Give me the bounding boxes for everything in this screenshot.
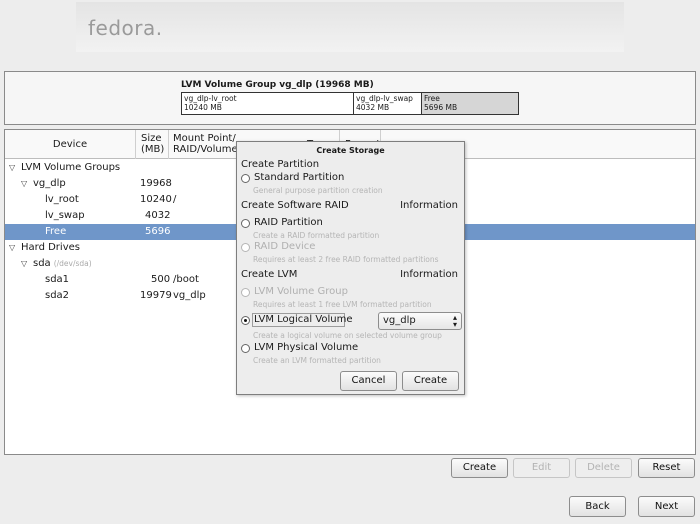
label-standard-partition[interactable]: Standard Partition [254, 172, 344, 183]
volume-group-panel: LVM Volume Group vg_dlp (19968 MB) vg_dl… [4, 71, 696, 125]
up-down-arrows-icon: ▴ ▾ [452, 313, 457, 329]
radio-standard-partition[interactable] [241, 174, 250, 183]
section-create-lvm: Create LVM [241, 269, 298, 280]
hint-lvm-physical-volume: Create an LVM formatted partition [253, 356, 381, 365]
label-raid-device: RAID Device [254, 241, 316, 252]
expander-down-icon[interactable]: ▽ [9, 160, 15, 176]
lvm-information-label: Information [400, 269, 458, 280]
header-mount-point[interactable]: Mount Point/ RAID/Volume [170, 130, 238, 159]
label-raid-partition[interactable]: RAID Partition [254, 217, 323, 228]
reset-button[interactable]: Reset [638, 458, 695, 478]
raid-information-label: Information [400, 200, 458, 211]
hint-lvm-volume-group: Requires at least 1 free LVM formatted p… [253, 300, 432, 309]
back-button[interactable]: Back [569, 496, 626, 517]
edit-button[interactable]: Edit [513, 458, 570, 478]
volume-group-bar: vg_dlp-lv_root 10240 MB vg_dlp-lv_swap 4… [181, 92, 519, 115]
hint-lvm-logical-volume: Create a logical volume on selected volu… [253, 331, 442, 340]
label-lvm-volume-group: LVM Volume Group [254, 286, 348, 297]
expander-down-icon[interactable]: ▽ [21, 256, 27, 272]
hint-raid-partition: Create a RAID formatted partition [253, 231, 380, 240]
dialog-create-button[interactable]: Create [402, 371, 459, 391]
volume-group-title: LVM Volume Group vg_dlp (19968 MB) [181, 80, 374, 90]
expander-down-icon[interactable]: ▽ [9, 240, 15, 256]
radio-lvm-logical-volume[interactable] [241, 316, 250, 325]
section-create-software-raid: Create Software RAID [241, 200, 349, 211]
segment-free[interactable]: Free 5696 MB [422, 93, 518, 114]
label-lvm-logical-volume[interactable]: LVM Logical Volume [254, 314, 353, 325]
volume-group-select[interactable]: vg_dlp ▴ ▾ [378, 312, 462, 330]
label-lvm-physical-volume[interactable]: LVM Physical Volume [254, 342, 358, 353]
installer-banner: fedora. [76, 2, 624, 52]
radio-lvm-physical-volume[interactable] [241, 344, 250, 353]
hint-standard-partition: General purpose partition creation [253, 186, 383, 195]
radio-raid-partition[interactable] [241, 219, 250, 228]
dialog-cancel-button[interactable]: Cancel [340, 371, 397, 391]
expander-down-icon[interactable]: ▽ [21, 176, 27, 192]
dialog-title: Create Storage [316, 146, 385, 155]
hint-raid-device: Requires at least 2 free RAID formatted … [253, 255, 439, 264]
section-create-partition: Create Partition [241, 159, 320, 170]
fedora-logo: fedora. [88, 16, 163, 40]
next-button[interactable]: Next [638, 496, 695, 517]
radio-lvm-volume-group [241, 288, 250, 297]
header-device[interactable]: Device [5, 130, 136, 159]
delete-button[interactable]: Delete [575, 458, 632, 478]
create-storage-dialog: Create Storage Create Partition Standard… [236, 141, 465, 395]
segment-lv-swap[interactable]: vg_dlp-lv_swap 4032 MB [354, 93, 422, 114]
radio-raid-device [241, 243, 250, 252]
header-size[interactable]: Size (MB) [137, 130, 169, 159]
segment-lv-root[interactable]: vg_dlp-lv_root 10240 MB [182, 93, 354, 114]
create-button[interactable]: Create [451, 458, 508, 478]
